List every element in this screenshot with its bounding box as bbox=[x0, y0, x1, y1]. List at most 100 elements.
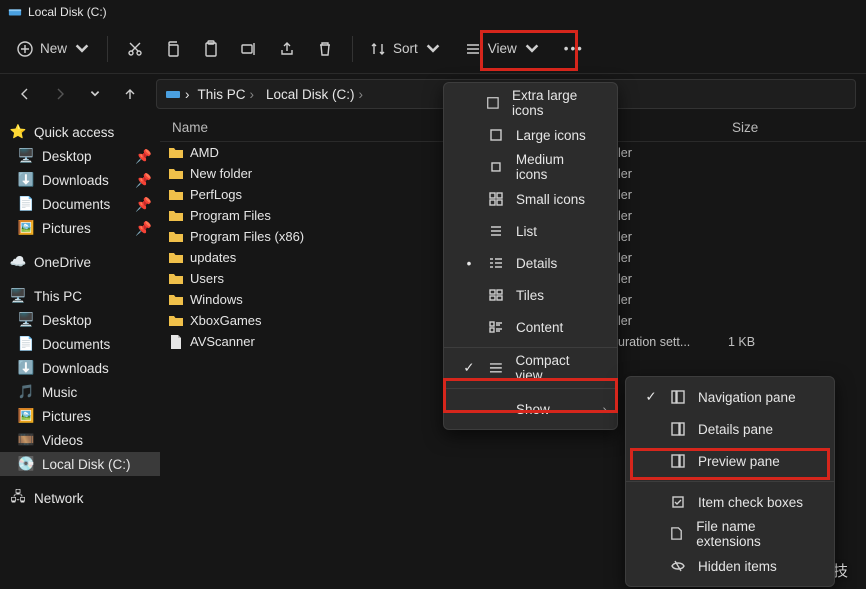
menu-hidden-items[interactable]: Hidden items bbox=[626, 550, 834, 582]
view-option-icon bbox=[488, 191, 504, 207]
file-name: Windows bbox=[190, 292, 243, 307]
back-button[interactable] bbox=[10, 79, 39, 109]
menu-medium-icons[interactable]: Medium icons bbox=[444, 151, 617, 183]
delete-button[interactable] bbox=[308, 32, 342, 66]
sidebar-this-pc[interactable]: 🖥️This PC bbox=[0, 284, 160, 308]
menu-show[interactable]: Show › bbox=[444, 393, 617, 425]
sidebar-item-pictures[interactable]: 🖼️Pictures bbox=[0, 404, 160, 428]
file-size: 1 KB bbox=[728, 335, 755, 349]
file-type: ler bbox=[618, 230, 728, 244]
clipboard-icon bbox=[202, 40, 220, 58]
menu-preview-pane[interactable]: Preview pane bbox=[626, 445, 834, 477]
view-button[interactable]: View bbox=[458, 32, 547, 66]
menu-content[interactable]: Content bbox=[444, 311, 617, 343]
pane-icon bbox=[670, 421, 686, 437]
menu-navigation-pane[interactable]: ✓Navigation pane bbox=[626, 381, 834, 413]
view-option-icon bbox=[488, 255, 504, 271]
sort-button[interactable]: Sort bbox=[363, 32, 448, 66]
arrow-left-icon bbox=[17, 86, 33, 102]
cloud-icon: ☁️ bbox=[10, 254, 26, 270]
folder-icon: ⬇️ bbox=[18, 172, 34, 188]
folder-icon bbox=[168, 313, 184, 329]
forward-button[interactable] bbox=[45, 79, 74, 109]
sidebar-item-documents[interactable]: 📄Documents bbox=[0, 332, 160, 356]
share-icon bbox=[278, 40, 296, 58]
folder-icon: 🖥️ bbox=[18, 148, 34, 164]
file-icon bbox=[168, 334, 184, 350]
pane-icon bbox=[670, 453, 686, 469]
disk-icon bbox=[8, 5, 22, 19]
view-option-icon bbox=[488, 127, 504, 143]
col-size[interactable]: Size bbox=[720, 120, 758, 135]
menu-list[interactable]: List bbox=[444, 215, 617, 247]
new-label: New bbox=[40, 41, 67, 56]
compact-icon bbox=[488, 360, 504, 376]
sidebar-item-videos[interactable]: 🎞️Videos bbox=[0, 428, 160, 452]
cut-button[interactable] bbox=[118, 32, 152, 66]
toolbar: New Sort View ••• bbox=[0, 24, 866, 74]
trash-icon bbox=[316, 40, 334, 58]
copy-button[interactable] bbox=[156, 32, 190, 66]
folder-icon: 🎞️ bbox=[18, 432, 34, 448]
view-option-icon bbox=[488, 223, 504, 239]
list-icon bbox=[464, 40, 482, 58]
folder-icon: 📄 bbox=[18, 336, 34, 352]
chevron-down-icon bbox=[523, 40, 541, 58]
file-type: ler bbox=[618, 293, 728, 307]
paste-button[interactable] bbox=[194, 32, 228, 66]
sidebar-item-music[interactable]: 🎵Music bbox=[0, 380, 160, 404]
rename-icon bbox=[240, 40, 258, 58]
pin-icon: 📌 bbox=[135, 173, 152, 189]
menu-small-icons[interactable]: Small icons bbox=[444, 183, 617, 215]
view-option-icon bbox=[488, 319, 504, 335]
file-name: PerfLogs bbox=[190, 187, 242, 202]
file-type: ler bbox=[618, 314, 728, 328]
sidebar-item-downloads[interactable]: ⬇️Downloads📌 bbox=[0, 168, 160, 192]
file-name: New folder bbox=[190, 166, 252, 181]
folder-icon: 🖼️ bbox=[18, 408, 34, 424]
menu-item-check-boxes[interactable]: Item check boxes bbox=[626, 486, 834, 518]
sidebar-item-desktop[interactable]: 🖥️Desktop bbox=[0, 308, 160, 332]
menu-tiles[interactable]: Tiles bbox=[444, 279, 617, 311]
pin-icon: 📌 bbox=[135, 197, 152, 213]
share-button[interactable] bbox=[270, 32, 304, 66]
pane-icon bbox=[670, 494, 686, 510]
sidebar-network[interactable]: 🖧Network bbox=[0, 486, 160, 510]
sidebar-item-local-disk-c-[interactable]: 💽Local Disk (C:) bbox=[0, 452, 160, 476]
menu-details[interactable]: •Details bbox=[444, 247, 617, 279]
crumb-this-pc[interactable]: This PC› bbox=[194, 85, 259, 104]
menu-compact-view[interactable]: ✓ Compact view bbox=[444, 352, 617, 384]
check-icon: ✓ bbox=[462, 360, 476, 376]
arrow-right-icon bbox=[52, 86, 68, 102]
file-type: ler bbox=[618, 251, 728, 265]
sidebar-item-desktop[interactable]: 🖥️Desktop📌 bbox=[0, 144, 160, 168]
view-option-icon bbox=[486, 95, 500, 111]
rename-button[interactable] bbox=[232, 32, 266, 66]
folder-icon bbox=[168, 250, 184, 266]
sidebar-item-pictures[interactable]: 🖼️Pictures📌 bbox=[0, 216, 160, 240]
recent-button[interactable] bbox=[80, 79, 109, 109]
chevron-down-icon bbox=[73, 40, 91, 58]
folder-icon: ⬇️ bbox=[18, 360, 34, 376]
sidebar-item-documents[interactable]: 📄Documents📌 bbox=[0, 192, 160, 216]
pane-icon bbox=[669, 526, 684, 542]
sidebar-item-downloads[interactable]: ⬇️Downloads bbox=[0, 356, 160, 380]
sidebar-onedrive[interactable]: ☁️OneDrive bbox=[0, 250, 160, 274]
up-button[interactable] bbox=[115, 79, 144, 109]
sort-label: Sort bbox=[393, 41, 418, 56]
new-button[interactable]: New bbox=[10, 32, 97, 66]
pc-icon: 🖥️ bbox=[10, 288, 26, 304]
menu-extra-large-icons[interactable]: Extra large icons bbox=[444, 87, 617, 119]
crumb-local-disk[interactable]: Local Disk (C:)› bbox=[262, 85, 367, 104]
folder-icon: 🖼️ bbox=[18, 220, 34, 236]
more-button[interactable]: ••• bbox=[557, 32, 591, 66]
bullet-icon: • bbox=[462, 256, 476, 271]
file-name: AVScanner bbox=[190, 334, 255, 349]
folder-icon bbox=[168, 208, 184, 224]
sidebar-quick-access[interactable]: ⭐Quick access bbox=[0, 120, 160, 144]
menu-file-name-extensions[interactable]: File name extensions bbox=[626, 518, 834, 550]
menu-details-pane[interactable]: Details pane bbox=[626, 413, 834, 445]
file-name: Users bbox=[190, 271, 224, 286]
menu-large-icons[interactable]: Large icons bbox=[444, 119, 617, 151]
view-option-icon bbox=[488, 159, 504, 175]
